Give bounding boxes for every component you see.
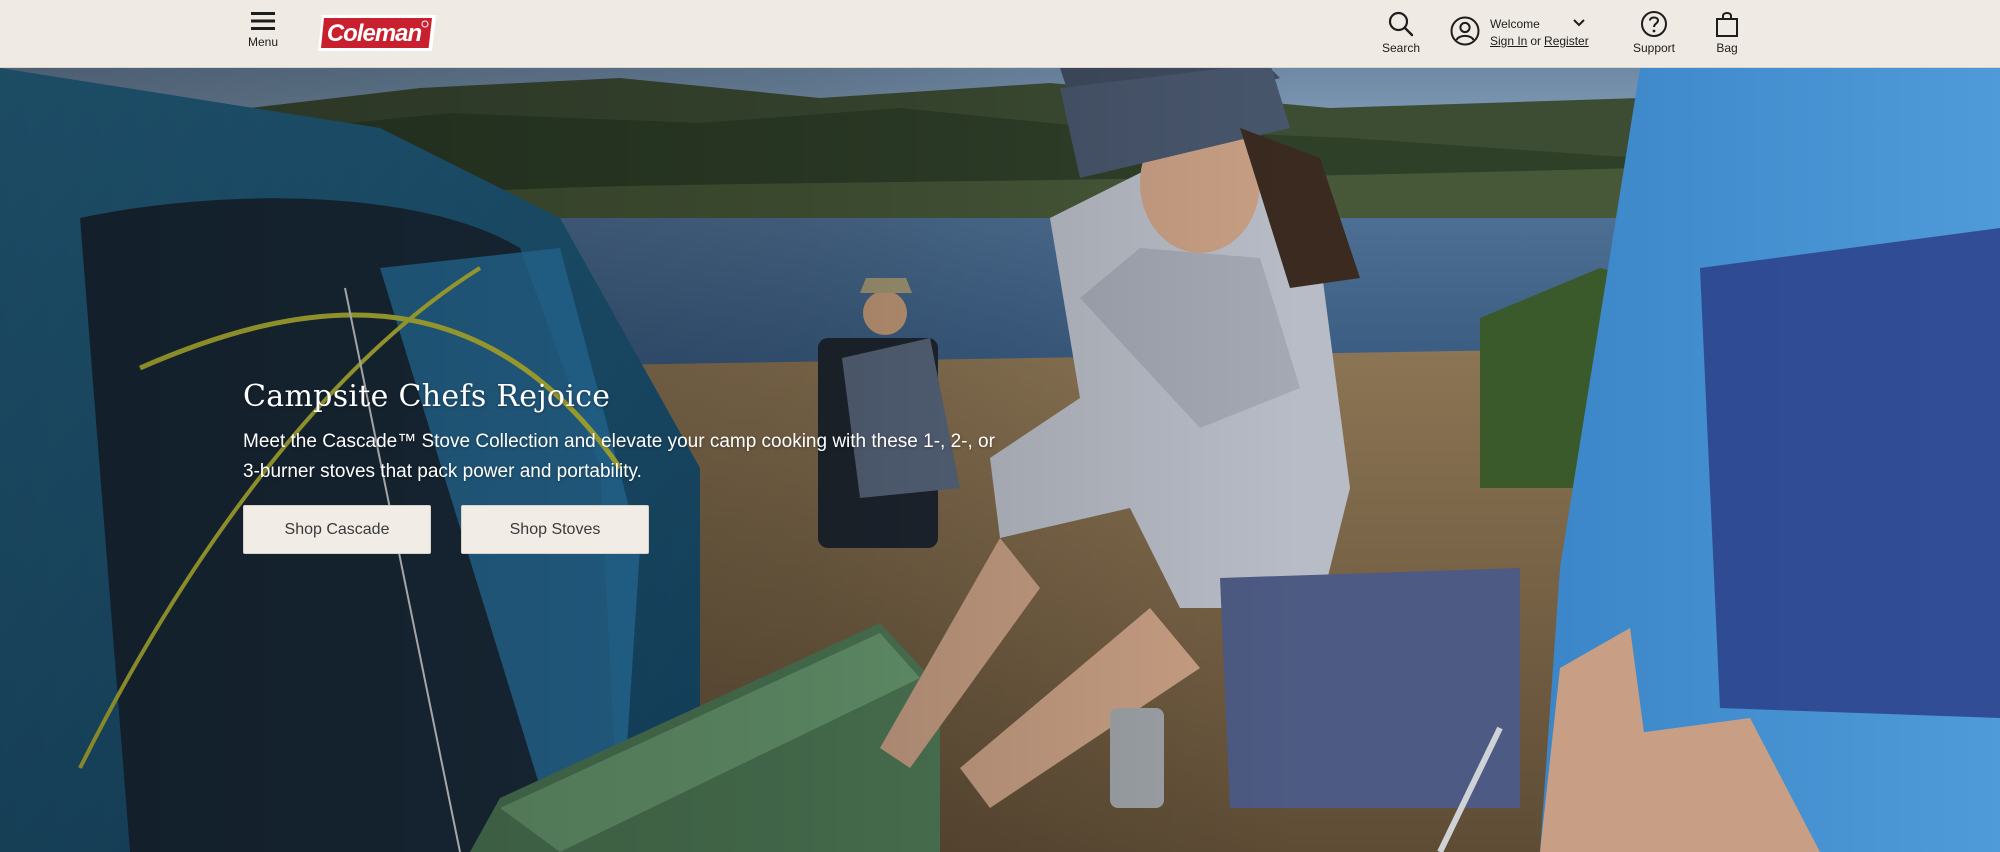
site-header: Menu Coleman Search Welcome Sign In or Reg… bbox=[0, 0, 2000, 68]
chevron-down-icon[interactable] bbox=[1572, 18, 1586, 28]
account-widget: Welcome Sign In or Register bbox=[1448, 14, 1608, 54]
or-text: or bbox=[1530, 34, 1542, 48]
account-links: Sign In or Register bbox=[1490, 34, 1589, 48]
coleman-logo[interactable]: Coleman bbox=[314, 12, 440, 54]
help-circle-icon bbox=[1641, 11, 1667, 37]
hero-banner: Campsite Chefs Rejoice Meet the Cascade™… bbox=[0, 68, 2000, 852]
menu-label: Menu bbox=[247, 35, 279, 49]
shop-cascade-button[interactable]: Shop Cascade bbox=[243, 505, 431, 554]
menu-button[interactable]: Menu bbox=[240, 10, 286, 54]
search-button[interactable]: Search bbox=[1378, 10, 1424, 56]
search-label: Search bbox=[1381, 41, 1421, 55]
bag-label: Bag bbox=[1716, 41, 1738, 55]
hero-title: Campsite Chefs Rejoice bbox=[243, 379, 611, 414]
bag-button[interactable]: Bag bbox=[1708, 10, 1746, 56]
support-label: Support bbox=[1632, 41, 1676, 55]
search-icon bbox=[1388, 11, 1414, 37]
hamburger-menu-icon bbox=[251, 12, 275, 30]
welcome-text: Welcome bbox=[1490, 17, 1540, 31]
sign-in-link[interactable]: Sign In bbox=[1490, 34, 1527, 48]
user-account-icon[interactable] bbox=[1450, 16, 1480, 46]
hero-description: Meet the Cascade™ Stove Collection and e… bbox=[243, 431, 995, 482]
shop-stoves-button[interactable]: Shop Stoves bbox=[461, 505, 649, 554]
hero-content: Campsite Chefs Rejoice Meet the Cascade™… bbox=[243, 377, 1023, 554]
hero-cta-group: Shop Cascade Shop Stoves bbox=[243, 505, 1023, 554]
brand-wordmark: Coleman bbox=[327, 20, 422, 47]
support-button[interactable]: Support bbox=[1628, 10, 1680, 56]
shopping-bag-icon bbox=[1716, 12, 1738, 37]
register-link[interactable]: Register bbox=[1544, 34, 1589, 48]
